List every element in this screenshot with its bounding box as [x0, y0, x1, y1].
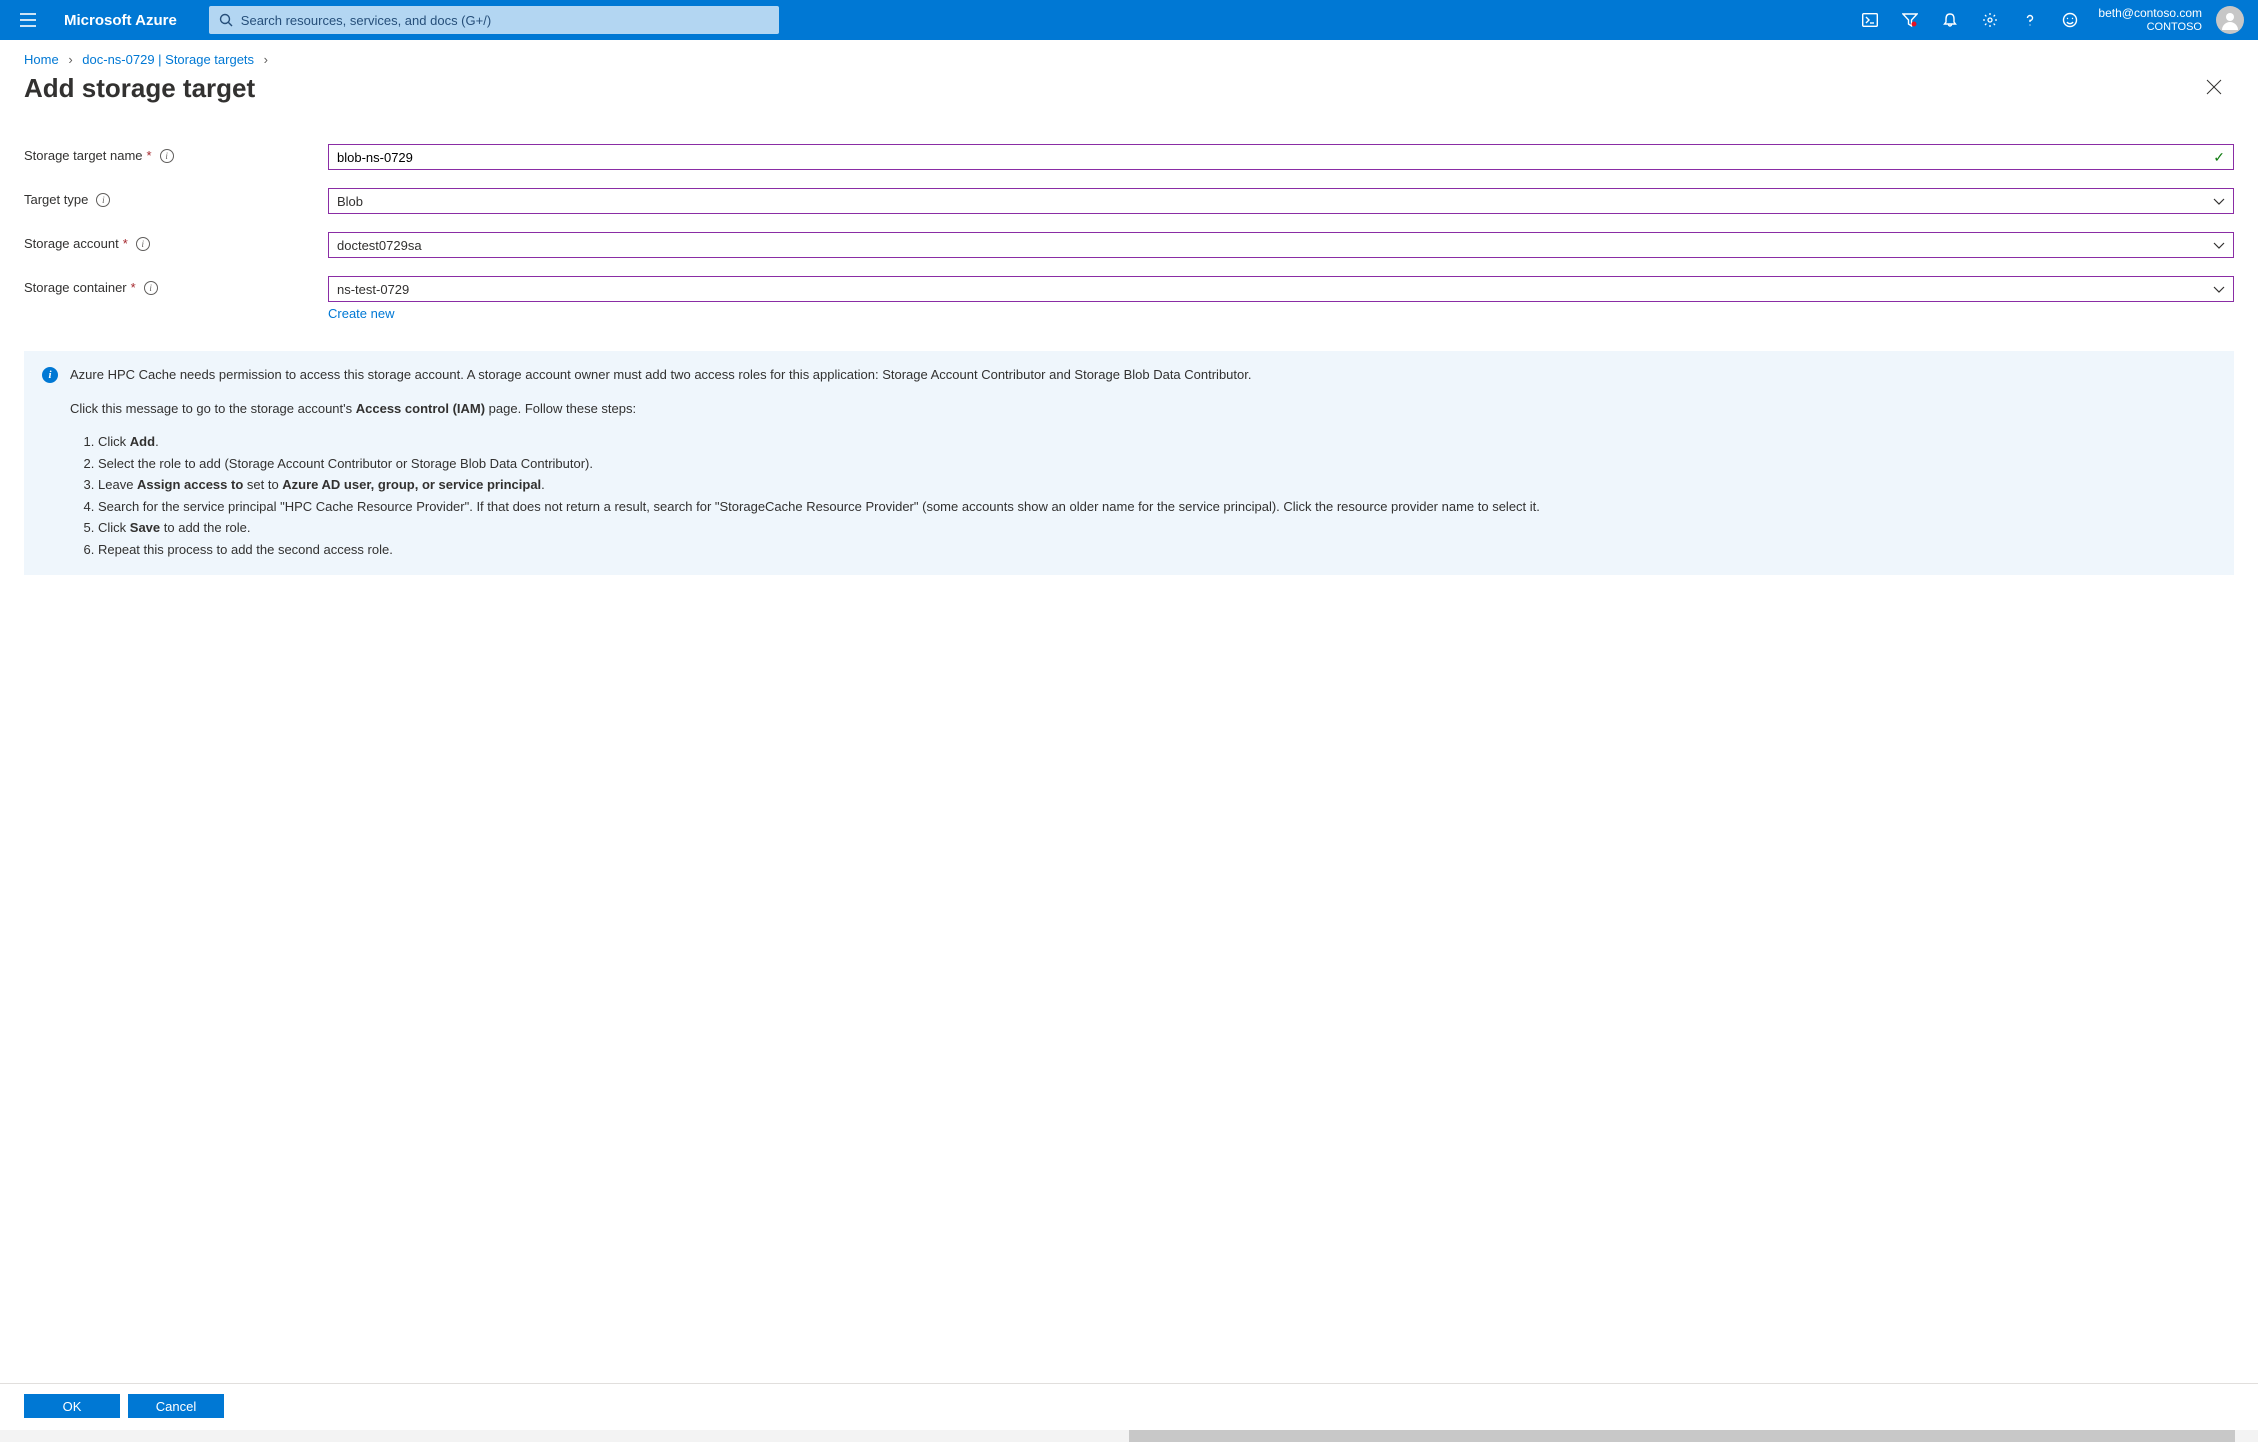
search-input[interactable] [241, 13, 769, 28]
required-star: * [131, 280, 136, 295]
cancel-button[interactable]: Cancel [128, 1394, 224, 1418]
brand-label[interactable]: Microsoft Azure [48, 12, 193, 29]
required-star: * [123, 236, 128, 251]
account-block[interactable]: beth@contoso.com CONTOSO [2090, 6, 2210, 34]
horizontal-scrollbar[interactable] [0, 1430, 2258, 1442]
info-icon[interactable]: i [160, 149, 174, 163]
global-search[interactable] [209, 6, 779, 34]
user-email: beth@contoso.com [2098, 6, 2202, 20]
avatar[interactable] [2216, 6, 2244, 34]
top-bar: Microsoft Azure beth@contoso.com CONTOSO [0, 0, 2258, 40]
notifications-icon[interactable] [1930, 0, 1970, 40]
container-label: Storage container [24, 280, 127, 295]
help-icon[interactable] [2010, 0, 2050, 40]
breadcrumb-home[interactable]: Home [24, 52, 59, 67]
type-label: Target type [24, 192, 88, 207]
info-circle-icon: i [42, 367, 58, 383]
ok-button[interactable]: OK [24, 1394, 120, 1418]
info-icon[interactable]: i [96, 193, 110, 207]
chevron-down-icon [2213, 194, 2225, 209]
name-input-wrap[interactable]: ✓ [328, 144, 2234, 170]
create-new-link[interactable]: Create new [328, 306, 394, 321]
info-icon[interactable]: i [136, 237, 150, 251]
chevron-down-icon [2213, 282, 2225, 297]
name-input[interactable] [337, 150, 2225, 165]
type-select[interactable]: Blob [328, 188, 2234, 214]
account-label: Storage account [24, 236, 119, 251]
name-label: Storage target name [24, 148, 143, 163]
info-steps: Click Add. Select the role to add (Stora… [70, 432, 1540, 559]
breadcrumb-current[interactable]: doc-ns-0729 | Storage targets [82, 52, 254, 67]
close-button[interactable] [2202, 75, 2226, 103]
footer-bar: OK Cancel [0, 1383, 2258, 1428]
check-icon: ✓ [2213, 149, 2225, 166]
info-intro: Azure HPC Cache needs permission to acce… [70, 365, 1540, 385]
info-box[interactable]: i Azure HPC Cache needs permission to ac… [24, 351, 2234, 575]
scrollbar-thumb[interactable] [1129, 1430, 2235, 1442]
account-select[interactable]: doctest0729sa [328, 232, 2234, 258]
breadcrumb: Home › doc-ns-0729 | Storage targets › [24, 52, 2234, 67]
info-icon[interactable]: i [144, 281, 158, 295]
hamburger-menu-button[interactable] [8, 0, 48, 40]
info-lead: Click this message to go to the storage … [70, 399, 1540, 419]
settings-icon[interactable] [1970, 0, 2010, 40]
directory-label: CONTOSO [2098, 21, 2202, 34]
feedback-icon[interactable] [2050, 0, 2090, 40]
chevron-down-icon [2213, 238, 2225, 253]
page-title: Add storage target [24, 73, 255, 104]
cloud-shell-icon[interactable] [1850, 0, 1890, 40]
filter-icon[interactable] [1890, 0, 1930, 40]
required-star: * [147, 148, 152, 163]
container-select[interactable]: ns-test-0729 [328, 276, 2234, 302]
